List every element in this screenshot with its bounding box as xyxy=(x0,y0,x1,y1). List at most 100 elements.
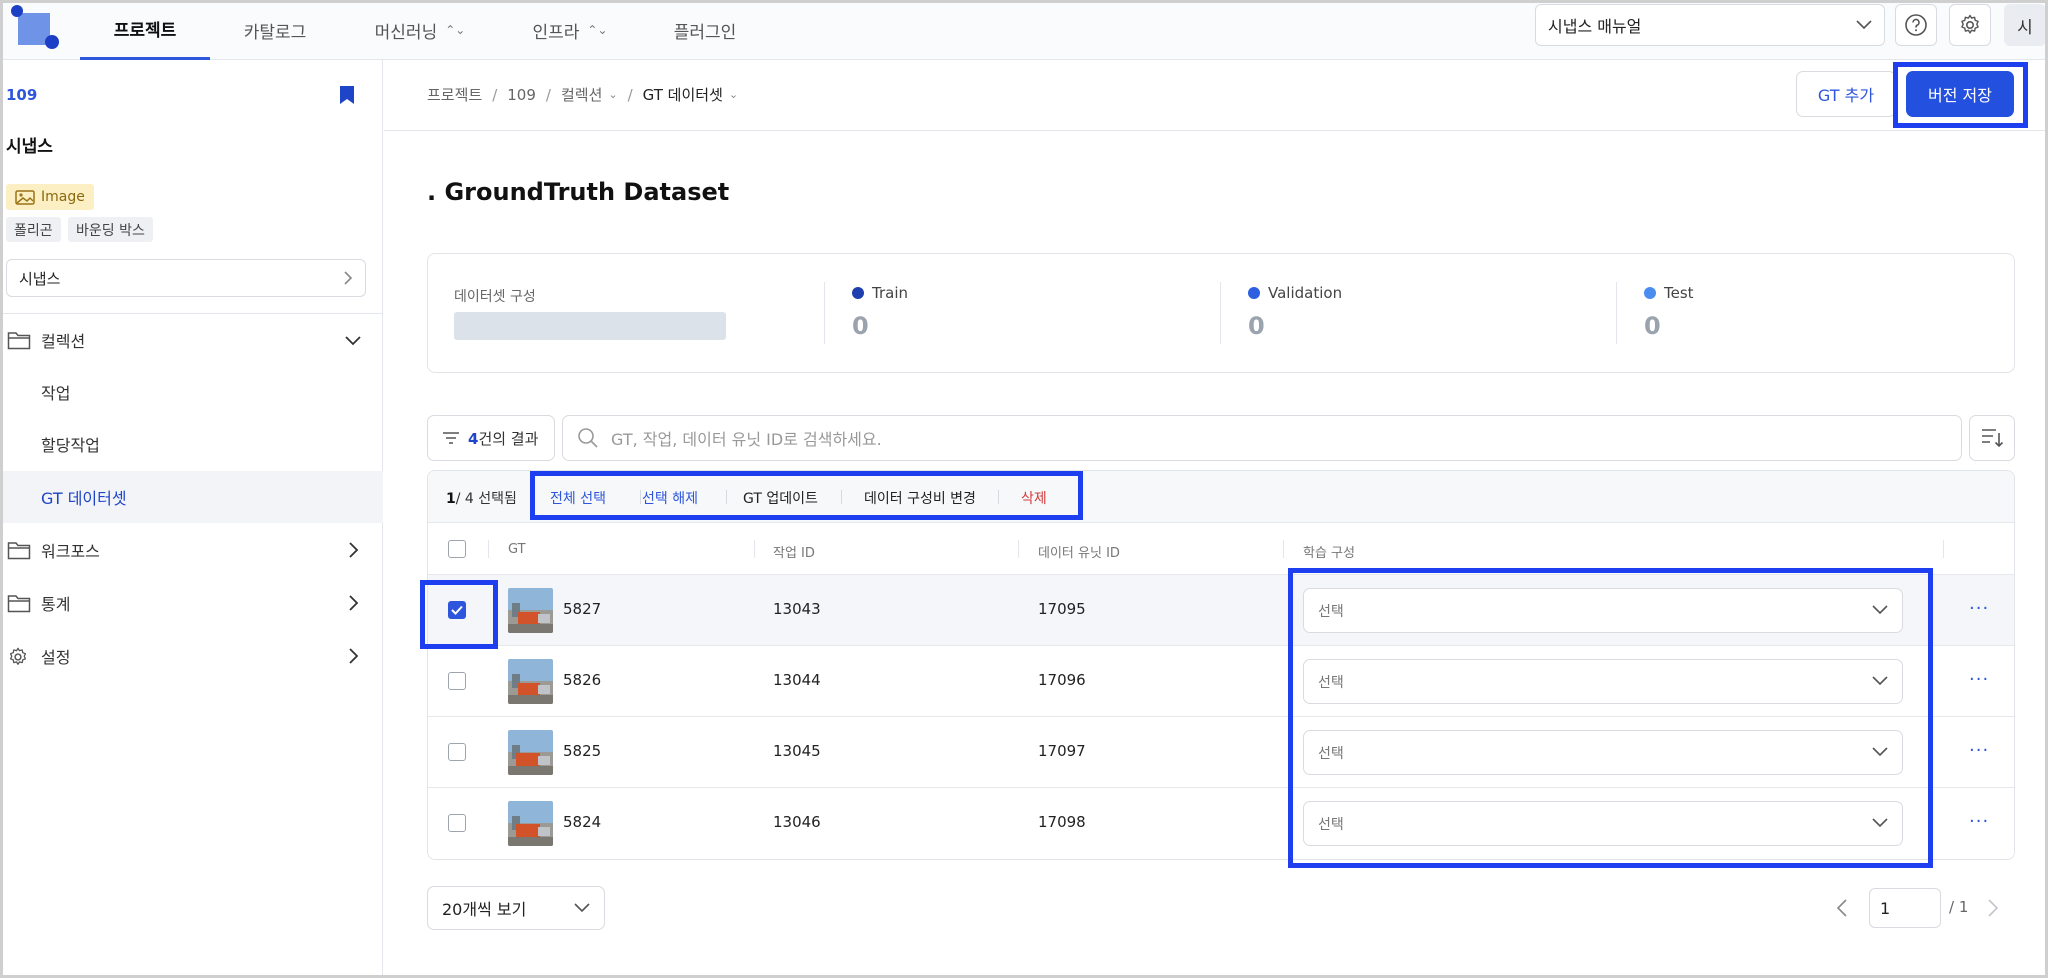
search-icon xyxy=(578,428,598,448)
chevron-down-icon xyxy=(1872,605,1888,615)
row-checkbox[interactable] xyxy=(448,814,466,832)
sidebar-subitem-assigned-task[interactable]: 할당작업 xyxy=(0,418,383,470)
breadcrumb-item-project[interactable]: 프로젝트 xyxy=(427,84,482,105)
task-id: 13043 xyxy=(773,600,821,618)
result-suffix: 건의 결과 xyxy=(478,429,539,448)
training-split-select[interactable]: 선택 xyxy=(1303,801,1903,846)
search-field[interactable]: GT, 작업, 데이터 유닛 ID로 검색하세요. xyxy=(562,415,1962,461)
nav-tab-plugin[interactable]: 플러그인 xyxy=(650,0,760,60)
sidebar-subitem-task[interactable]: 작업 xyxy=(0,366,383,418)
bookmark-icon[interactable] xyxy=(338,85,356,105)
training-split-select[interactable]: 선택 xyxy=(1303,588,1903,633)
training-split-select[interactable]: 선택 xyxy=(1303,730,1903,775)
selection-count: 1/ 4 선택됨 xyxy=(446,491,517,507)
sort-icon xyxy=(1982,429,2004,448)
chevron-right-icon xyxy=(349,595,359,611)
more-options-icon[interactable]: ··· xyxy=(1969,598,1989,619)
column-divider xyxy=(1018,540,1019,558)
nav-tab-catalog[interactable]: 카탈로그 xyxy=(220,0,330,60)
gt-thumbnail[interactable] xyxy=(508,588,553,633)
settings-button[interactable] xyxy=(1949,4,1991,46)
chevron-left-icon[interactable] xyxy=(1836,898,1848,918)
gt-thumbnail[interactable] xyxy=(508,659,553,704)
nav-tab-machine-learning[interactable]: 머신러닝 ⌃⌄ xyxy=(355,0,485,60)
annotation-type-chip: 폴리곤 xyxy=(6,217,61,242)
sidebar-subitem-gt-dataset[interactable]: GT 데이터셋 xyxy=(0,471,383,523)
page-title: . GroundTruth Dataset xyxy=(427,178,730,206)
app-logo[interactable] xyxy=(8,5,59,55)
nav-tab-project[interactable]: 프로젝트 xyxy=(80,0,210,60)
data-type-badge: Image xyxy=(6,184,94,210)
page-size-select[interactable]: 20개씩 보기 xyxy=(427,886,605,930)
table-header: GT 작업 ID 데이터 유닛 ID 학습 구성 xyxy=(428,523,2014,575)
help-circle-icon xyxy=(1905,14,1927,36)
legend-dot xyxy=(1248,287,1260,299)
breadcrumb: 프로젝트 / 109 / 컬렉션 ⌄ / GT 데이터셋 ⌄ xyxy=(427,84,738,105)
more-options-icon[interactable]: ··· xyxy=(1969,811,1989,832)
save-version-button[interactable]: 버전 저장 xyxy=(1906,71,2014,117)
row-checkbox[interactable] xyxy=(448,672,466,690)
sort-button[interactable] xyxy=(1969,415,2015,461)
user-avatar[interactable]: 시 xyxy=(2004,4,2046,46)
select-all-button[interactable]: 전체 선택 xyxy=(550,488,606,508)
annotation-type-chip: 바운딩 박스 xyxy=(68,217,153,242)
chevron-down-icon: ⌄ xyxy=(608,88,618,101)
divider xyxy=(640,490,641,504)
project-select[interactable]: 시냅스 xyxy=(6,259,366,297)
select-value: 선택 xyxy=(1318,745,1344,762)
delete-button[interactable]: 삭제 xyxy=(1021,488,1047,508)
task-id: 13045 xyxy=(773,742,821,760)
data-unit-id: 17095 xyxy=(1038,600,1086,618)
deselect-button[interactable]: 선택 해제 xyxy=(642,488,698,508)
select-value: 선택 xyxy=(1318,816,1344,833)
sidebar-item-statistics[interactable]: 통계 xyxy=(0,577,383,629)
breadcrumb-separator: / xyxy=(545,85,551,104)
breadcrumb-item-project-id[interactable]: 109 xyxy=(507,86,536,104)
gt-thumbnail[interactable] xyxy=(508,801,553,846)
chevron-right-icon xyxy=(349,648,359,664)
chevron-right-icon[interactable] xyxy=(1987,898,1999,918)
row-checkbox[interactable] xyxy=(448,601,466,619)
page-number-input[interactable]: 1 xyxy=(1869,888,1941,928)
breadcrumb-item-collection[interactable]: 컬렉션 xyxy=(561,84,602,105)
select-all-checkbox[interactable] xyxy=(448,540,466,558)
gt-id: 5826 xyxy=(563,671,602,689)
stat-name: Train xyxy=(872,284,908,302)
sidebar-item-collection[interactable]: 컬렉션 xyxy=(0,314,383,366)
breadcrumb-item-gt-dataset[interactable]: GT 데이터셋 xyxy=(643,84,723,105)
row-checkbox[interactable] xyxy=(448,743,466,761)
add-gt-button[interactable]: GT 추가 xyxy=(1796,71,1896,117)
help-button[interactable] xyxy=(1895,4,1937,46)
chevron-down-icon xyxy=(1856,20,1872,30)
table-row[interactable]: 5826 13044 17096 선택 ··· xyxy=(428,646,2014,717)
column-header-data-unit-id[interactable]: 데이터 유닛 ID xyxy=(1038,542,1120,561)
training-split-select[interactable]: 선택 xyxy=(1303,659,1903,704)
sidebar-item-label: 설정 xyxy=(41,648,71,667)
column-header-training-split[interactable]: 학습 구성 xyxy=(1303,542,1355,561)
filter-button[interactable]: 4건의 결과 xyxy=(427,415,555,461)
gt-thumbnail[interactable] xyxy=(508,730,553,775)
more-options-icon[interactable]: ··· xyxy=(1969,669,1989,690)
change-ratio-button[interactable]: 데이터 구성비 변경 xyxy=(864,488,976,508)
sidebar-item-workforce[interactable]: 워크포스 xyxy=(0,524,383,576)
gt-id: 5827 xyxy=(563,600,602,618)
gt-update-button[interactable]: GT 업데이트 xyxy=(743,488,818,508)
total-pages: / 1 xyxy=(1949,898,1969,916)
column-header-task-id[interactable]: 작업 ID xyxy=(773,542,815,561)
more-options-icon[interactable]: ··· xyxy=(1969,740,1989,761)
table-row[interactable]: 5825 13045 17097 선택 ··· xyxy=(428,717,2014,788)
table-row[interactable]: 5824 13046 17098 선택 ··· xyxy=(428,788,2014,859)
column-header-gt[interactable]: GT xyxy=(508,542,526,557)
folder-icon xyxy=(7,595,31,613)
search-placeholder: GT, 작업, 데이터 유닛 ID로 검색하세요. xyxy=(611,430,882,449)
top-navigation: 프로젝트 카탈로그 머신러닝 ⌃⌄ 인프라 ⌃⌄ 플러그인 시냅스 매뉴얼 시 xyxy=(0,0,2048,60)
task-id: 13044 xyxy=(773,671,821,689)
chevron-down-icon xyxy=(1872,818,1888,828)
stat-validation: Validation 0 xyxy=(1248,284,1342,340)
divider xyxy=(726,490,727,504)
nav-tab-infra[interactable]: 인프라 ⌃⌄ xyxy=(515,0,625,60)
stat-train: Train 0 xyxy=(852,284,908,340)
sidebar-item-settings[interactable]: 설정 xyxy=(0,630,383,682)
table-row[interactable]: 5827 13043 17095 선택 ··· xyxy=(428,575,2014,646)
manual-select[interactable]: 시냅스 매뉴얼 xyxy=(1535,4,1885,46)
